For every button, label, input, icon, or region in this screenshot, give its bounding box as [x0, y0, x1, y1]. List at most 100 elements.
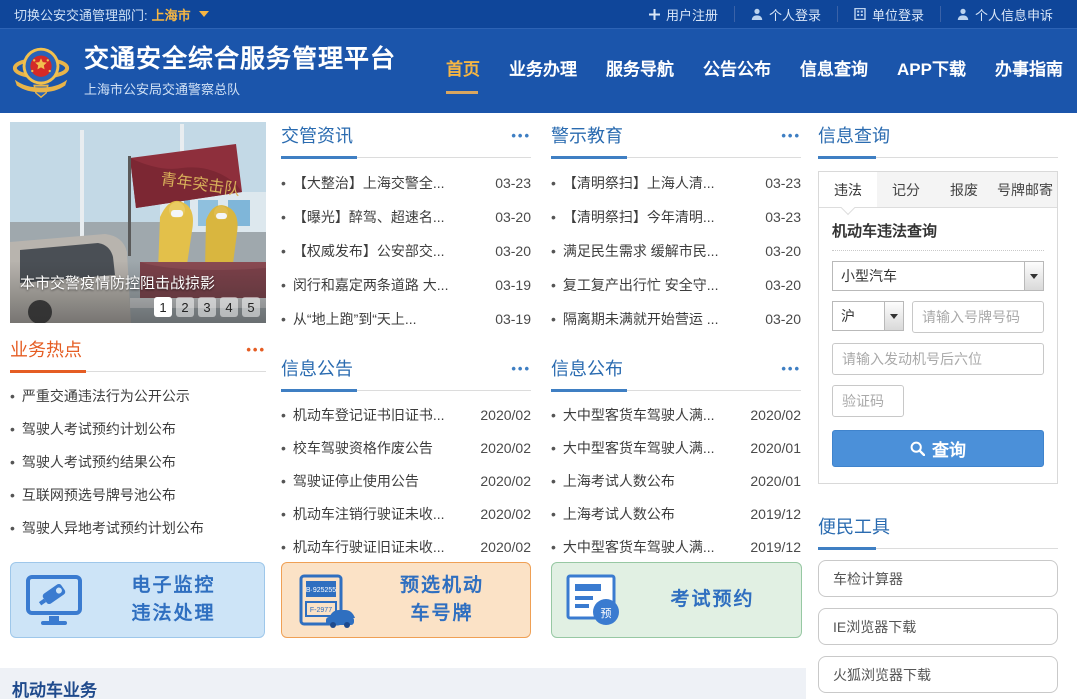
- banner-label: 考试预约: [638, 586, 801, 614]
- list-item[interactable]: 机动车登记证书旧证书...2020/02: [281, 399, 531, 432]
- nav-item-announcements[interactable]: 公告公布: [703, 45, 771, 98]
- sidebar: 信息查询 违法 记分 报废 号牌邮寄 机动车违法查询 小型汽车: [818, 122, 1058, 699]
- region-switcher[interactable]: 切换公安交通管理部门: 上海市: [14, 5, 209, 24]
- list-item[interactable]: 复工复产出行忙 安全守...03-20: [551, 268, 801, 302]
- list-item[interactable]: 校车驾驶资格作废公告2020/02: [281, 432, 531, 465]
- list-item[interactable]: 【清明祭扫】今年清明...03-23: [551, 200, 801, 234]
- plate-prefix-select[interactable]: 沪: [832, 301, 904, 331]
- query-section-title: 信息查询: [818, 126, 890, 146]
- more-icon[interactable]: •••: [781, 361, 801, 376]
- main-nav: 首页 业务办理 服务导航 公告公布 信息查询 APP下载 办事指南: [446, 45, 1067, 98]
- nav-item-info-query[interactable]: 信息查询: [800, 45, 868, 98]
- vehicle-business-title: 机动车业务: [12, 676, 97, 699]
- news-carousel[interactable]: 青年突击队 本市交警疫情防控阻击战掠影 1 2 3 4: [10, 122, 266, 323]
- list-item[interactable]: 机动车注销行驶证未收...2020/02: [281, 498, 531, 531]
- site-subtitle: 上海市公安局交通警察总队: [84, 79, 396, 98]
- carousel-caption[interactable]: 本市交警疫情防控阻击战掠影: [20, 272, 215, 293]
- tool-firefox-download[interactable]: 火狐浏览器下载: [818, 656, 1058, 693]
- nav-item-app-download[interactable]: APP下载: [897, 45, 966, 98]
- brand: 交通安全综合服务管理平台 上海市公安局交通警察总队: [10, 39, 396, 103]
- banner-exam-appointment[interactable]: 预 考试预约: [551, 562, 802, 638]
- list-item[interactable]: 闵行和嘉定两条道路 大...03-19: [281, 268, 531, 302]
- carousel-page-4[interactable]: 4: [220, 297, 238, 317]
- vehicle-business-section: 机动车业务: [0, 668, 806, 699]
- section-hot-business: 业务热点 ••• 严重交通违法行为公开公示 驾驶人考试预约计划公布 驾驶人考试预…: [10, 336, 266, 545]
- search-icon: [910, 441, 925, 456]
- list-item[interactable]: 【曝光】醉驾、超速名...03-20: [281, 200, 531, 234]
- section-traffic-news: 交管资讯 ••• 【大整治】上海交警全...03-23 【曝光】醉驾、超速名..…: [281, 122, 531, 336]
- nav-item-service-guide[interactable]: 服务导航: [606, 45, 674, 98]
- more-icon[interactable]: •••: [781, 128, 801, 143]
- carousel-page-2[interactable]: 2: [176, 297, 194, 317]
- list-item[interactable]: 上海考试人数公布2019/12: [551, 498, 801, 531]
- region-switch-label: 切换公安交通管理部门:: [14, 5, 148, 24]
- plate-number-2: F-2977: [310, 607, 332, 614]
- list-item[interactable]: 机动车行驶证旧证未收...2020/02: [281, 531, 531, 564]
- carousel-pagination: 1 2 3 4 5: [154, 297, 260, 317]
- list-item[interactable]: 互联网预选号牌号池公布: [10, 479, 266, 512]
- site-title: 交通安全综合服务管理平台: [84, 44, 396, 75]
- appeal-link[interactable]: 个人信息申诉: [940, 6, 1069, 22]
- carousel-page-5[interactable]: 5: [242, 297, 260, 317]
- section-warning-education: 警示教育 ••• 【清明祭扫】上海人清...03-23 【清明祭扫】今年清明..…: [551, 122, 801, 336]
- banner-plate-preselection[interactable]: B·925255 F-2977 预选机动 车号牌: [281, 562, 531, 638]
- list-item[interactable]: 大中型客货车驾驶人满...2019/12: [551, 531, 801, 564]
- more-icon[interactable]: •••: [246, 342, 266, 357]
- section-title: 警示教育: [551, 122, 623, 148]
- license-plate-icon: B·925255 F-2977: [282, 572, 368, 628]
- engine-number-input[interactable]: [832, 343, 1044, 375]
- page: 切换公安交通管理部门: 上海市 用户注册 个人登录 单位登录 个人信息申诉: [0, 0, 1077, 699]
- personal-login-link[interactable]: 个人登录: [734, 6, 837, 22]
- vehicle-type-select[interactable]: 小型汽车: [832, 261, 1044, 291]
- register-link[interactable]: 用户注册: [633, 6, 734, 22]
- tab-violation[interactable]: 违法: [819, 172, 877, 207]
- tool-vehicle-inspection-calculator[interactable]: 车检计算器: [818, 560, 1058, 597]
- list-item[interactable]: 严重交通违法行为公开公示: [10, 380, 266, 413]
- brand-text: 交通安全综合服务管理平台 上海市公安局交通警察总队: [84, 44, 396, 97]
- carousel-page-3[interactable]: 3: [198, 297, 216, 317]
- list-item[interactable]: 大中型客货车驾驶人满...2020/02: [551, 399, 801, 432]
- tab-scrap[interactable]: 报废: [935, 172, 993, 207]
- list-item[interactable]: 隔离期未满就开始营运 ...03-20: [551, 302, 801, 336]
- list-item[interactable]: 从“地上跑”到“天上...03-19: [281, 302, 531, 336]
- section-tools: 便民工具 车检计算器 IE浏览器下载 火狐浏览器下载: [818, 513, 1058, 693]
- banner-label: 电子监控 违法处理: [97, 572, 264, 627]
- unit-login-link[interactable]: 单位登录: [837, 6, 940, 22]
- nav-item-business[interactable]: 业务办理: [509, 45, 577, 98]
- list-item[interactable]: 驾驶人考试预约结果公布: [10, 446, 266, 479]
- monitor-camera-icon: [11, 574, 97, 626]
- list-item[interactable]: 驾驶人考试预约计划公布: [10, 413, 266, 446]
- plate-number-input[interactable]: [912, 301, 1044, 333]
- carousel-page-1[interactable]: 1: [154, 297, 172, 317]
- list-item[interactable]: 【权威发布】公安部交...03-20: [281, 234, 531, 268]
- section-title: 业务热点: [10, 336, 82, 362]
- region-current[interactable]: 上海市: [152, 5, 191, 24]
- nav-item-home[interactable]: 首页: [446, 45, 480, 98]
- more-icon[interactable]: •••: [511, 361, 531, 376]
- captcha-input[interactable]: [832, 385, 904, 417]
- banner-label: 预选机动 车号牌: [368, 572, 530, 627]
- police-badge-logo: [10, 39, 72, 103]
- topbar-links: 用户注册 个人登录 单位登录 个人信息申诉: [633, 0, 1069, 28]
- list-item[interactable]: 大中型客货车驾驶人满...2020/01: [551, 432, 801, 465]
- query-submit-button[interactable]: 查询: [832, 430, 1044, 467]
- tab-plate-mail[interactable]: 号牌邮寄: [993, 172, 1057, 207]
- select-arrow-icon: [1024, 262, 1043, 290]
- select-arrow-icon: [884, 302, 903, 330]
- banner-electronic-monitoring[interactable]: 电子监控 违法处理: [10, 562, 265, 638]
- user-icon: [957, 8, 969, 20]
- more-icon[interactable]: •••: [511, 128, 531, 143]
- list-item[interactable]: 【大整治】上海交警全...03-23: [281, 166, 531, 200]
- nav-item-help-guide[interactable]: 办事指南: [995, 45, 1063, 98]
- plate-number-1: B·925255: [306, 587, 336, 594]
- tab-points[interactable]: 记分: [877, 172, 935, 207]
- badge-yu: 预: [601, 607, 612, 620]
- list-item[interactable]: 【清明祭扫】上海人清...03-23: [551, 166, 801, 200]
- user-icon: [751, 8, 763, 20]
- exam-document-icon: 预: [552, 572, 638, 628]
- list-item[interactable]: 驾驶证停止使用公告2020/02: [281, 465, 531, 498]
- tool-ie-download[interactable]: IE浏览器下载: [818, 608, 1058, 645]
- list-item[interactable]: 上海考试人数公布2020/01: [551, 465, 801, 498]
- list-item[interactable]: 满足民生需求 缓解市民...03-20: [551, 234, 801, 268]
- list-item[interactable]: 驾驶人异地考试预约计划公布: [10, 512, 266, 545]
